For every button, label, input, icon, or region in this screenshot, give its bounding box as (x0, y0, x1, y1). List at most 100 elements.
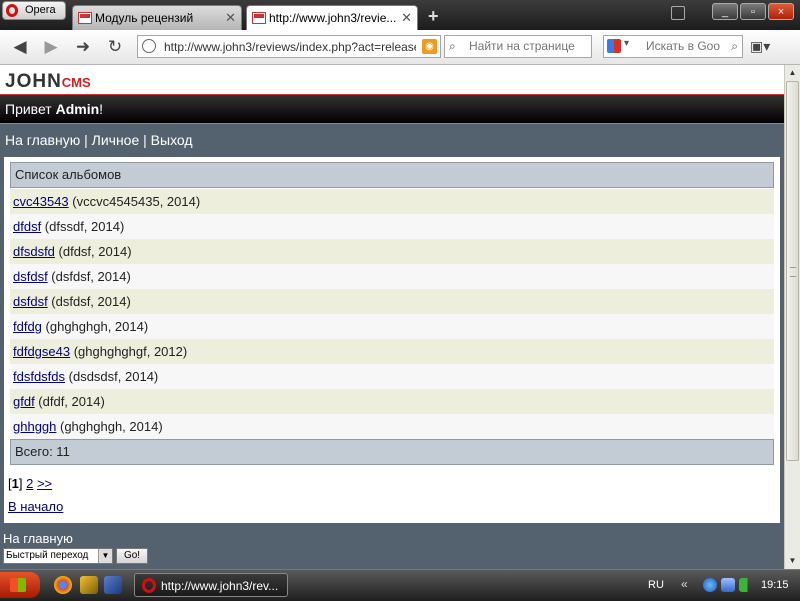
album-link[interactable]: fdfdg (13, 319, 42, 334)
pagination: [1] 2 >> (8, 476, 52, 491)
close-tab-icon[interactable]: ✕ (401, 10, 412, 26)
greeting-text: Привет Admin! (5, 101, 103, 117)
tab-reviews-module[interactable]: Модуль рецензий ✕ (72, 5, 242, 30)
opera-logo-icon (6, 4, 18, 17)
nav-personal-link[interactable]: Личное (92, 132, 140, 148)
album-link[interactable]: fdsfdsfds (13, 369, 65, 384)
tray-expand-icon[interactable]: « (681, 577, 688, 591)
albums-list-header: Список альбомов (10, 162, 774, 188)
list-item: gfdf (dfdf, 2014) (10, 389, 774, 414)
list-item: dfsdsfd (dfdsf, 2014) (10, 239, 774, 264)
albums-total-bar: Всего: 11 (10, 439, 774, 465)
windows-logo-icon (10, 578, 26, 592)
nav-separator: | (139, 132, 151, 148)
closed-tabs-trash-icon[interactable] (671, 6, 685, 20)
album-link[interactable]: dfdsf (13, 219, 41, 234)
to-start-link[interactable]: В начало (8, 499, 63, 514)
album-info: (ghghghghgf, 2012) (70, 344, 188, 359)
albums-list-title: Список альбомов (15, 167, 122, 182)
flag-icon[interactable] (739, 578, 753, 592)
bottom-home-link[interactable]: На главную (3, 531, 73, 546)
close-window-button[interactable]: × (768, 3, 794, 20)
scroll-down-arrow-icon[interactable]: ▼ (785, 553, 800, 569)
search-icon: ⌕ (449, 39, 456, 53)
page-search-field[interactable]: ⌕ (444, 35, 592, 58)
greeting-username: Admin (55, 101, 100, 117)
view-options-icon[interactable]: ▣▾ (750, 38, 778, 56)
tab-title: http://www.john3/revie... (269, 11, 397, 25)
start-button[interactable] (0, 572, 40, 598)
current-page: 1 (11, 476, 19, 491)
album-info: (vccvc4545435, 2014) (68, 194, 201, 209)
network-monitor-icon[interactable] (721, 578, 735, 592)
album-info: (dsfdsf, 2014) (47, 269, 131, 284)
chevron-down-icon[interactable]: ▼ (98, 549, 112, 563)
rss-feed-icon[interactable]: ◉ (422, 39, 437, 54)
list-item: dfdsf (dfssdf, 2014) (10, 214, 774, 239)
album-info: (dsfdsf, 2014) (47, 294, 131, 309)
opera-menu-button[interactable]: Opera (2, 1, 66, 20)
back-arrow-icon[interactable]: ◀ (9, 36, 31, 58)
fast-forward-icon[interactable]: ➜ (72, 36, 94, 58)
chrome-icon[interactable] (54, 576, 72, 594)
minimize-button[interactable]: _ (712, 3, 738, 20)
album-link[interactable]: dsfdsf (13, 269, 48, 284)
list-item: dsfdsf (dsfdsf, 2014) (10, 289, 774, 314)
network-globe-icon[interactable] (703, 578, 717, 592)
taskbar-browser-item[interactable]: http://www.john3/rev... (134, 573, 288, 597)
quick-jump-select[interactable]: Быстрый переход ▼ (3, 548, 113, 564)
close-tab-icon[interactable]: ✕ (225, 10, 236, 26)
forward-arrow-icon[interactable]: ▶ (40, 36, 62, 58)
album-link[interactable]: gfdf (13, 394, 35, 409)
albums-list: cvc43543 (vccvc4545435, 2014) dfdsf (dfs… (10, 189, 774, 439)
page-content: JOHNCMS Привет Admin! На главную | Лично… (0, 65, 784, 569)
vertical-scrollbar[interactable]: ▲ ▼ (784, 65, 800, 569)
greeting-prefix: Привет (5, 101, 56, 117)
new-tab-button[interactable]: + (428, 6, 439, 27)
album-link[interactable]: dfsdsfd (13, 244, 55, 259)
next-page-link[interactable]: >> (37, 476, 52, 491)
list-item: cvc43543 (vccvc4545435, 2014) (10, 189, 774, 214)
globe-icon (142, 39, 156, 53)
chevron-down-icon[interactable]: ▾ (624, 38, 629, 49)
search-icon[interactable]: ⌕ (731, 39, 738, 54)
site-header: JOHNCMS (0, 65, 784, 95)
tab-title: Модуль рецензий (95, 11, 194, 25)
nav-home-link[interactable]: На главную (5, 132, 80, 148)
albums-panel: Список альбомов cvc43543 (vccvc4545435, … (4, 157, 780, 523)
album-link[interactable]: cvc43543 (13, 194, 69, 209)
albums-total: Всего: 11 (15, 444, 70, 459)
nav-separator: | (80, 132, 92, 148)
grip-icon (790, 267, 796, 277)
taskbar-item-title: http://www.john3/rev... (161, 579, 279, 593)
page-2-link[interactable]: 2 (26, 476, 33, 491)
window-controls: _ ▫ × (712, 3, 798, 20)
scroll-up-arrow-icon[interactable]: ▲ (785, 65, 800, 81)
page-search-input[interactable] (467, 38, 589, 54)
google-icon[interactable] (607, 39, 621, 53)
greeting-suffix: ! (99, 101, 104, 117)
scrollbar-thumb[interactable] (786, 81, 799, 461)
list-item: ghhggh (ghghghgh, 2014) (10, 414, 774, 439)
web-search-field[interactable]: ▾ ⌕ (603, 35, 743, 58)
show-desktop-icon[interactable] (104, 576, 122, 594)
pager-bracket-close: ] (18, 476, 23, 491)
browser-toolbar: ◀ ▶ ➜ ↻ http://www.john3/reviews/index.p… (0, 30, 800, 65)
language-indicator[interactable]: RU (648, 579, 664, 591)
album-info: (dsdsdsf, 2014) (65, 369, 159, 384)
address-bar[interactable]: http://www.john3/reviews/index.php?act=r… (137, 35, 441, 58)
nav-logout-link[interactable]: Выход (151, 132, 193, 148)
album-link[interactable]: dsfdsf (13, 294, 48, 309)
album-link[interactable]: fdfdgse43 (13, 344, 70, 359)
album-info: (dfdf, 2014) (34, 394, 105, 409)
restore-button[interactable]: ▫ (740, 3, 766, 20)
system-clock[interactable]: 19:15 (761, 579, 789, 591)
site-logo[interactable]: JOHNCMS (5, 71, 91, 93)
logo-main-text: JOHN (5, 71, 62, 92)
album-link[interactable]: ghhggh (13, 419, 56, 434)
web-search-input[interactable] (644, 38, 728, 54)
tab-active-page[interactable]: http://www.john3/revie... ✕ (246, 5, 418, 31)
reload-icon[interactable]: ↻ (104, 36, 126, 58)
go-button[interactable]: Go! (116, 548, 148, 564)
quick-launch-icon[interactable] (80, 576, 98, 594)
